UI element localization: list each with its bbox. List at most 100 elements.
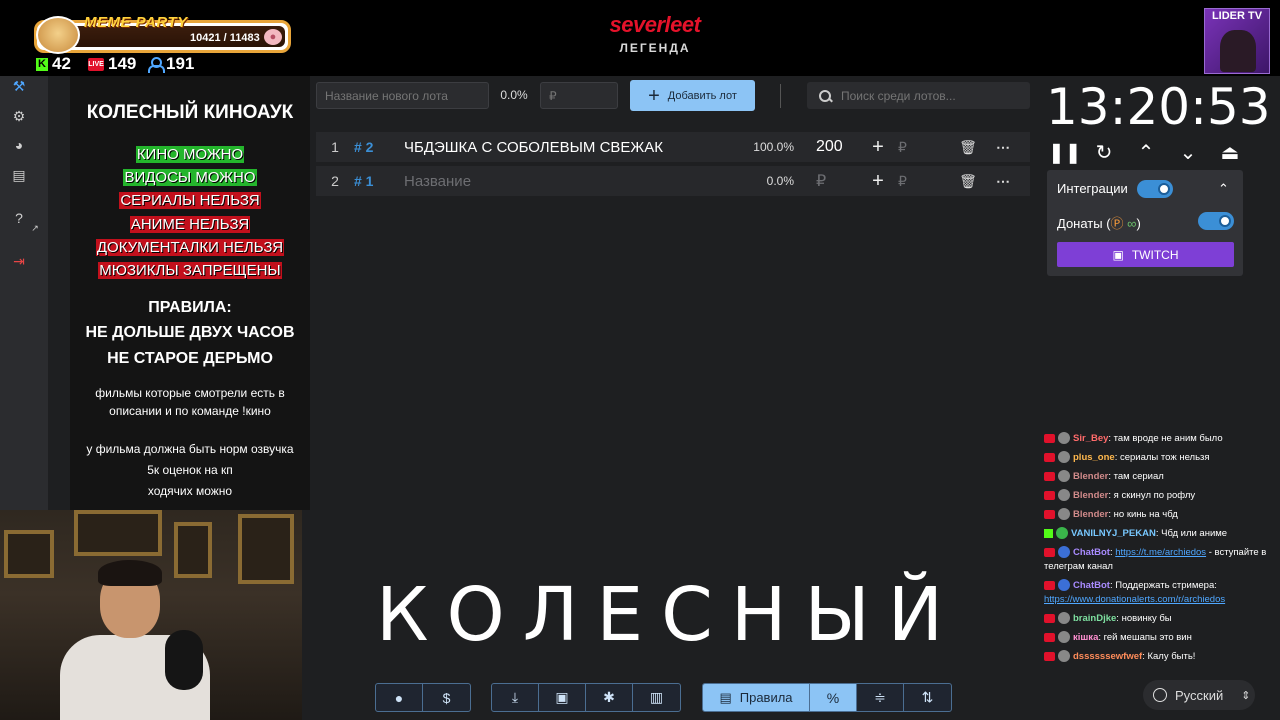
download-icon[interactable]: ⤓ [492, 684, 539, 711]
reset-icon[interactable]: ↻ [1090, 140, 1118, 164]
live-icon [1044, 613, 1055, 623]
new-lot-amount-input[interactable] [540, 82, 618, 109]
chat-username[interactable]: brainDjke [1073, 613, 1116, 624]
language-select[interactable]: Русский ⇕ [1143, 680, 1255, 710]
chat-username[interactable]: dssssssewfwef [1073, 651, 1142, 662]
logout-icon[interactable]: ⇥ [11, 253, 27, 269]
rules-note: у фильма должна быть норм озвучка [86, 442, 294, 456]
add-lot-label: Добавить лот [667, 89, 737, 102]
links-group: ● $ [375, 683, 471, 712]
chat-username[interactable]: Blender [1073, 490, 1108, 501]
chevron-down-icon[interactable]: ⌄ [1174, 140, 1202, 164]
chat-text: там вроде не аним было [1113, 433, 1223, 444]
chat-text: я скинул по рофлу [1113, 490, 1196, 501]
lot-amount[interactable]: 200 [794, 138, 858, 156]
chat-username[interactable]: ChatBot [1073, 547, 1110, 558]
chat-username[interactable]: Blender [1073, 509, 1108, 520]
link-icon: ∞ [1123, 216, 1137, 231]
compact-view-icon[interactable]: ≑ [857, 684, 904, 711]
lot-amount[interactable]: ₽ [794, 171, 858, 191]
wheel-icon[interactable]: ◕ [11, 137, 27, 153]
github-icon[interactable]: ● [376, 684, 423, 711]
eject-icon[interactable]: ⏏ [1216, 140, 1244, 164]
viewer-count-value: 191 [166, 54, 195, 73]
chat-username[interactable]: кішка [1073, 632, 1098, 643]
lot-id[interactable]: # 1 [354, 173, 404, 189]
donations-suffix: ) [1136, 216, 1141, 231]
painting-frame [238, 514, 294, 584]
chat-username[interactable]: plus_one [1073, 452, 1115, 463]
live-icon [1044, 632, 1055, 642]
add-lot-button[interactable]: + Добавить лот [630, 80, 755, 111]
chat-message: ChatBot: https://t.me/archiedos - вступа… [1044, 546, 1267, 572]
sort-icon[interactable]: ⇅ [904, 684, 951, 711]
lot-extra-amount[interactable]: ₽ [898, 173, 948, 190]
streamer-hair [98, 560, 162, 586]
pause-icon[interactable]: ❚❚ [1048, 140, 1082, 164]
live-icon: LIVE [88, 57, 104, 71]
lot-extra-amount[interactable]: ₽ [898, 139, 948, 156]
clear-all-icon[interactable]: ▥ [633, 684, 680, 711]
chat-message: dssssssewfwef: Калу быть! [1044, 650, 1274, 664]
search-icon [819, 89, 831, 102]
chat-link[interactable]: https://t.me/archiedos [1115, 547, 1206, 558]
chat-message: Blender: там сериал [1044, 470, 1274, 484]
brand-logo: severleet [609, 12, 701, 37]
add-amount-icon[interactable]: + [858, 136, 898, 159]
lot-name[interactable]: Название [404, 173, 734, 190]
integrations-toggle[interactable] [1137, 180, 1173, 198]
add-amount-icon[interactable]: + [858, 170, 898, 193]
new-lot-name-input[interactable] [316, 82, 489, 109]
trash-icon[interactable]: 🗑 [948, 173, 988, 190]
chat-username[interactable]: Blender [1073, 471, 1108, 482]
avatar [1058, 546, 1070, 559]
more-icon[interactable]: ⋯ [988, 139, 1018, 156]
save-icon[interactable]: ▣ [539, 684, 586, 711]
chat-username[interactable]: VANILNYJ_PEKAN [1071, 528, 1156, 539]
rules-note: фильмы которые смотрели есть в [95, 386, 285, 400]
live-icon [1044, 651, 1055, 661]
meme-party-title: MEME PARTY [84, 14, 188, 31]
lot-name[interactable]: ЧБДЭШКА С СОБОЛЕВЫМ СВЕЖАК [404, 139, 734, 156]
chat-message: Blender: я скинул по рофлу [1044, 489, 1274, 503]
settings-gear-icon[interactable]: ⚙ [11, 108, 27, 124]
doge-icon [36, 16, 80, 54]
language-selected: Русский [1175, 687, 1224, 703]
percent-toggle-button[interactable]: % [810, 684, 857, 711]
rules-line: НЕ СТАРОЕ ДЕРЬМО [107, 350, 273, 367]
rules-label: Правила [739, 690, 793, 705]
rules-toggle-button[interactable]: ▤ Правила [703, 684, 810, 711]
chat-username[interactable]: Sir_Bey [1073, 433, 1108, 444]
donations-row: Донаты (Ⓟ ∞) [1057, 213, 1141, 232]
trash-icon[interactable]: 🗑 [948, 139, 988, 156]
chat-message: brainDjke: новинку бы [1044, 612, 1274, 626]
rule-item: ВИДОСЫ МОЖНО [123, 169, 257, 186]
chat-text: но кинь на чбд [1113, 509, 1178, 520]
chevron-up-icon[interactable]: ⌃ [1132, 140, 1160, 164]
donations-toggle[interactable] [1198, 212, 1234, 230]
chevron-up-icon[interactable]: ⌃ [1218, 181, 1229, 197]
bug-icon[interactable]: ✱ [586, 684, 633, 711]
avatar [1058, 432, 1070, 445]
chat-text: Чбд или аниме [1161, 528, 1228, 539]
live-icon [1044, 471, 1055, 481]
lot-id[interactable]: # 2 [354, 139, 404, 155]
lot-row: 1 # 2 ЧБДЭШКА С СОБОЛЕВЫМ СВЕЖАК 100.0% … [316, 132, 1030, 162]
painting-frame [4, 530, 54, 578]
twitch-button[interactable]: ▣ TWITCH [1057, 242, 1234, 267]
auction-hammer-icon[interactable]: ⚒ [11, 78, 27, 94]
chat-link[interactable]: https://www.donationalerts.com/r/archied… [1044, 594, 1225, 605]
rules-note: описании и по команде !кино [109, 404, 271, 418]
kick-icon [1044, 528, 1053, 538]
search-input[interactable] [841, 88, 1021, 103]
avatar [1058, 508, 1070, 521]
chat-username[interactable]: ChatBot [1073, 580, 1110, 591]
chat-message: ChatBot: Поддержать стримера: https://ww… [1044, 579, 1226, 605]
avatar [1058, 451, 1070, 464]
donate-button[interactable]: $ [423, 684, 470, 711]
live-icon [1044, 452, 1055, 462]
lot-search[interactable] [807, 82, 1030, 109]
more-icon[interactable]: ⋯ [988, 173, 1018, 190]
clipboard-icon[interactable]: ▤ [11, 167, 27, 183]
help-icon[interactable]: ? [11, 210, 27, 226]
